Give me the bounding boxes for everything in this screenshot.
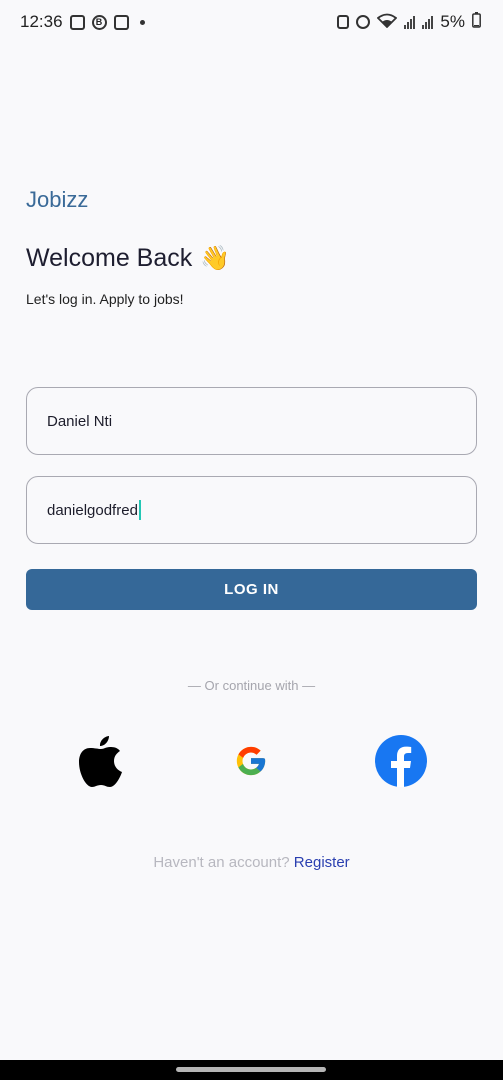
facebook-icon (375, 735, 427, 787)
register-link[interactable]: Register (294, 854, 350, 871)
name-field[interactable] (26, 387, 477, 455)
name-input[interactable] (47, 412, 246, 430)
page-title: Welcome Back (26, 244, 193, 272)
welcome-heading: Welcome Back 👋 (26, 244, 230, 273)
register-question: Haven't an account? (153, 854, 290, 871)
app-brand: Jobizz (26, 187, 89, 212)
signal-icon (422, 15, 434, 29)
gallery-icon (69, 14, 85, 30)
register-row: Haven't an account? Register (0, 854, 503, 871)
continue-divider: — Or continue with — (187, 678, 316, 693)
facebook-login-button[interactable] (372, 732, 430, 790)
signal-icon (404, 15, 416, 29)
b-badge-icon: B (91, 14, 107, 30)
status-right: 5% (337, 11, 481, 33)
instagram-icon (113, 14, 129, 30)
status-bar: 12:36 B 5% (0, 0, 503, 44)
apple-login-button[interactable] (72, 732, 130, 790)
google-login-button[interactable] (222, 732, 280, 790)
home-handle[interactable] (176, 1067, 326, 1072)
dot-icon (139, 19, 145, 25)
google-icon (236, 746, 266, 776)
waving-hand-icon: 👋 (200, 245, 231, 272)
status-left: 12:36 B (20, 12, 145, 32)
password-field[interactable]: danielgodfred (26, 476, 477, 544)
lock-icon (337, 15, 350, 29)
alarm-icon (356, 15, 371, 29)
system-nav-bar (0, 1060, 503, 1080)
wifi-icon (377, 13, 398, 31)
password-input[interactable]: danielgodfred (47, 502, 138, 519)
status-time: 12:36 (20, 12, 63, 31)
page-subtitle: Let's log in. Apply to jobs! (26, 291, 184, 307)
battery-icon (472, 11, 481, 33)
text-cursor (138, 500, 141, 520)
apple-icon (79, 736, 122, 787)
battery-level: 5% (440, 12, 465, 31)
login-button[interactable]: LOG IN (26, 569, 477, 610)
